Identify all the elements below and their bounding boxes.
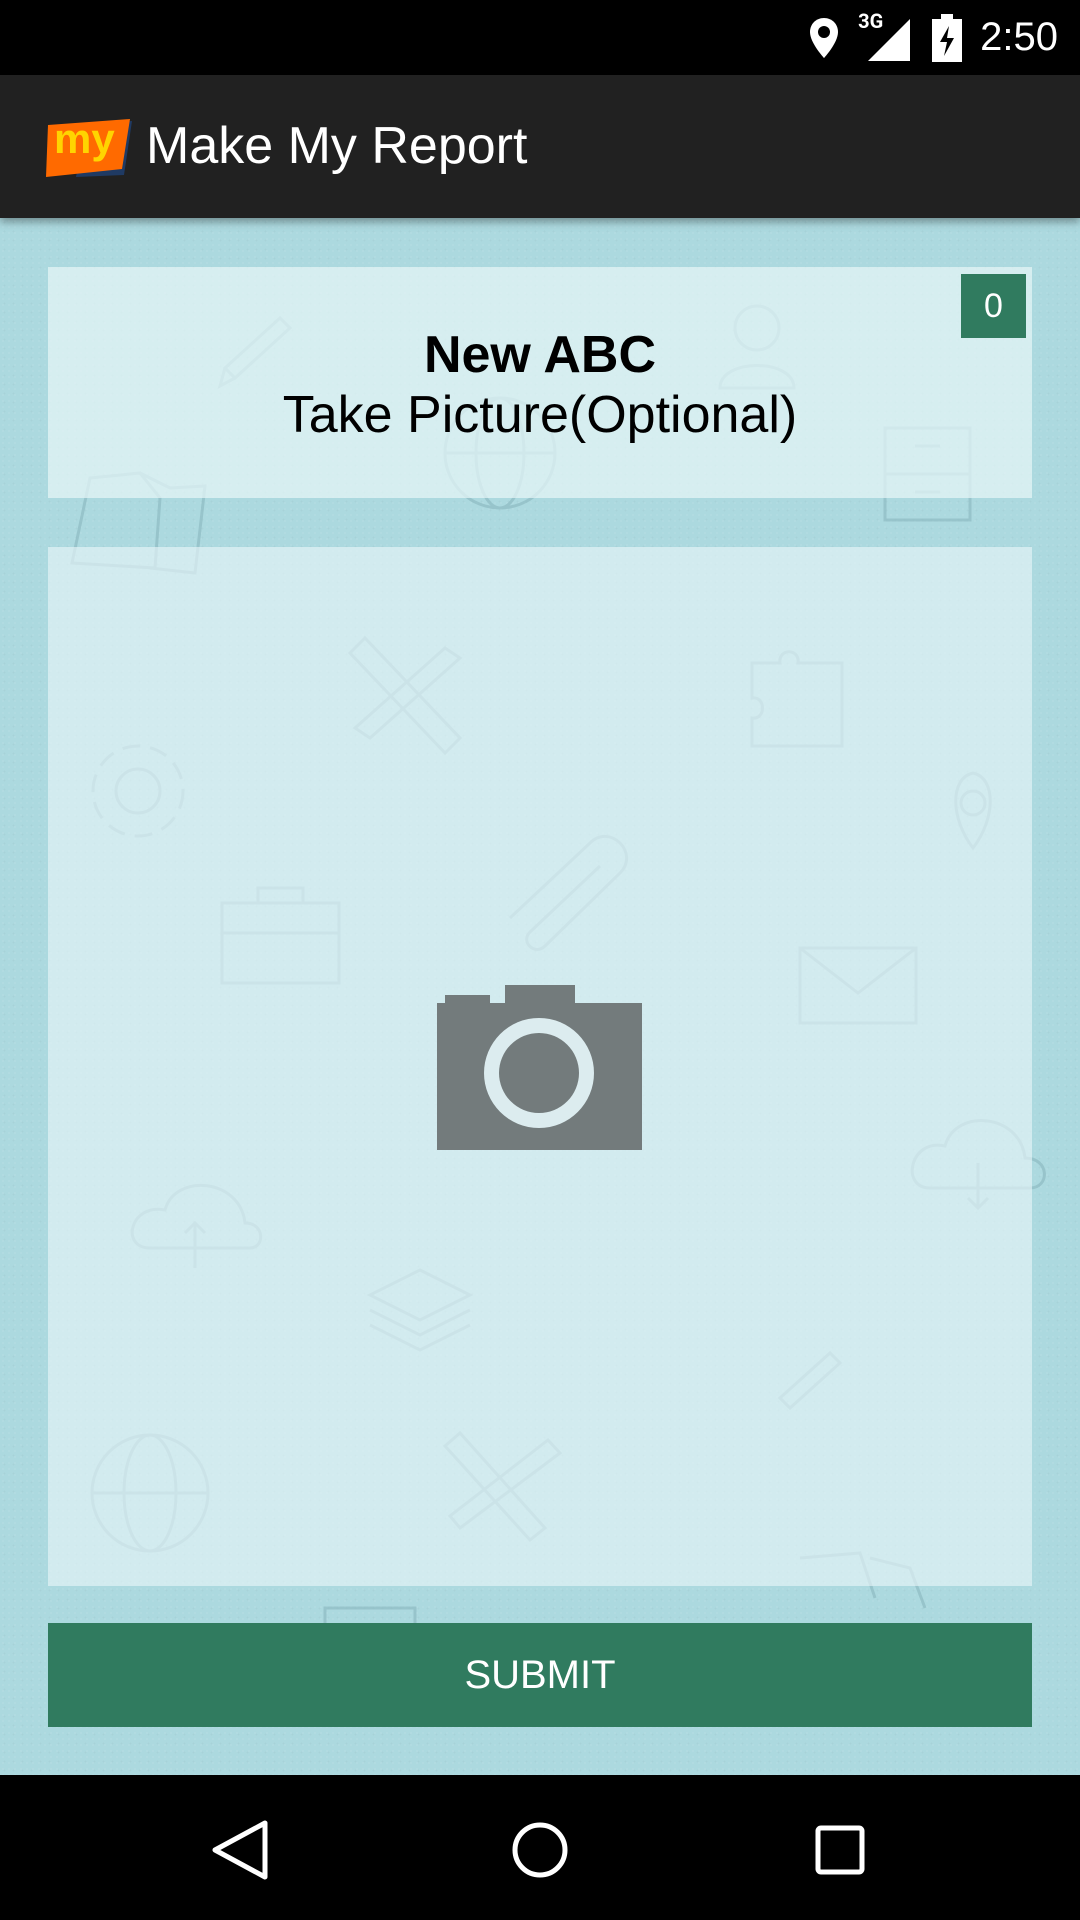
navigation-bar [0,1775,1080,1920]
status-time: 2:50 [980,15,1058,59]
app-title: Make My Report [146,117,528,175]
status-bar: 3G 2:50 [0,0,1080,75]
app-bar: my Make My Report [0,75,1080,218]
submit-button[interactable]: SUBMIT [48,1623,1032,1727]
status-icons: 3G 2:50 [808,0,1058,75]
main-content: New ABC Take Picture(Optional) 0 SUBMIT [0,218,1080,1775]
app-logo: my [46,115,132,179]
photo-count-badge: 0 [961,274,1026,338]
photo-area[interactable] [48,547,1032,1586]
report-title: New ABC [423,326,657,384]
report-subtitle: Take Picture(Optional) [282,386,798,444]
battery-charging-icon [932,13,963,62]
back-icon[interactable] [205,1815,275,1885]
location-icon [810,17,839,58]
signal-icon: 3G [858,9,914,63]
recents-icon[interactable] [805,1815,875,1885]
logo-text: my [54,115,115,162]
home-icon[interactable] [505,1815,575,1885]
report-header-card: New ABC Take Picture(Optional) 0 [48,267,1032,498]
camera-icon[interactable] [437,985,642,1150]
